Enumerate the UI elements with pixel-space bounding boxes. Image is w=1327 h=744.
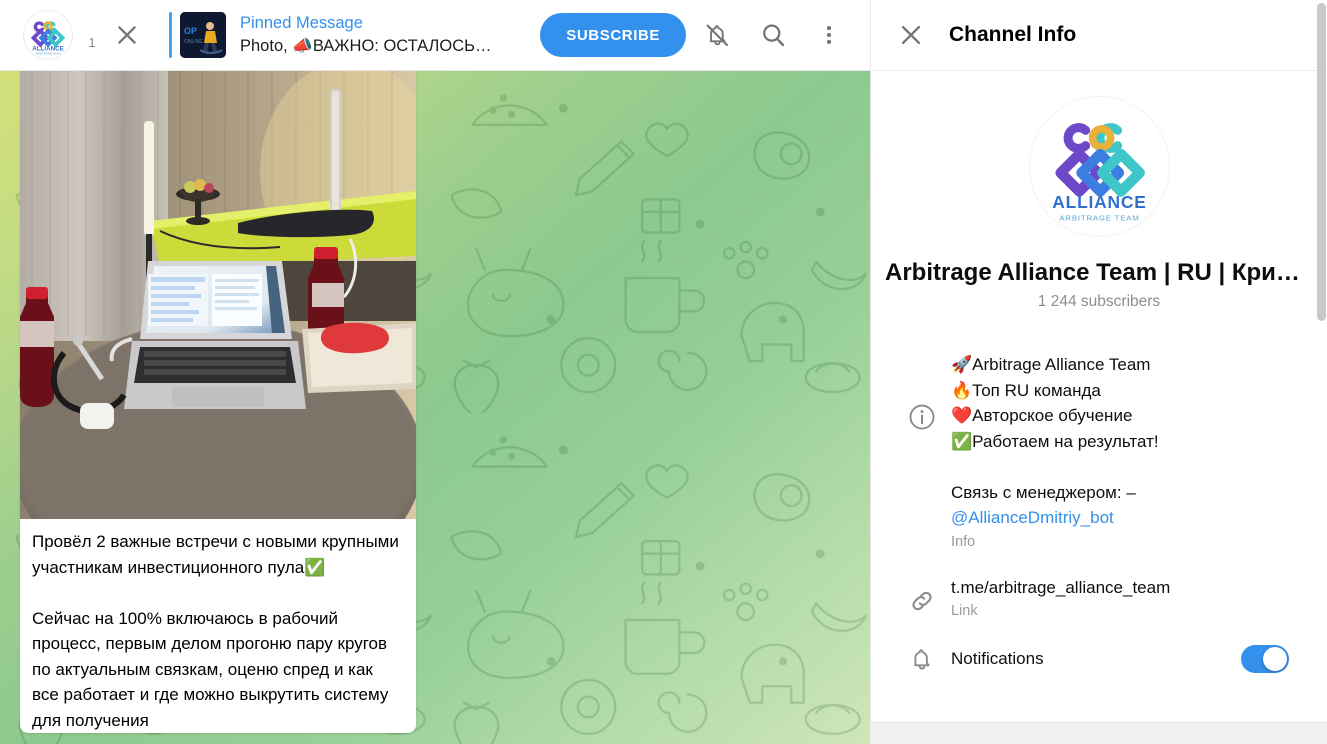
message-bubble[interactable]: Провёл 2 важные встречи с новыми крупным… [20,71,416,733]
notifications-toggle[interactable] [1241,645,1289,673]
info-circle-icon [909,404,935,430]
search-icon [763,24,785,47]
notifications-label: Notifications [951,649,1044,669]
link-caption: Link [951,603,978,619]
subscriber-count: 1 244 subscribers [1037,293,1161,310]
mute-notifications-button[interactable] [692,10,742,60]
alliance-logo-icon: ALLIANCE ARBITRAGE TEAM [1029,97,1169,236]
channel-link-value[interactable]: t.me/arbitrage_alliance_team [951,575,1305,601]
channel-info-panel: Channel Info ALLIANCE ARBITRAGE TEAM Arb… [870,0,1327,744]
notifications-row[interactable]: Notifications [871,630,1327,688]
message-text: Провёл 2 важные встречи с новыми крупным… [32,532,399,730]
pinned-subtitle: Photo, 📣ВАЖНО: ОСТАЛОСЬ… [240,37,492,55]
pinned-message-bar[interactable]: OP ONLINE Pinned Message Photo, 📣ВАЖНО: … [169,9,534,61]
notifications-icon-wrap [893,644,951,674]
panel-detail-rows: 🚀Arbitrage Alliance Team 🔥Топ RU команда… [871,344,1327,688]
close-icon [118,26,136,44]
panel-avatar-wrap: ALLIANCE ARBITRAGE TEAM [871,71,1327,237]
search-button[interactable] [748,10,798,60]
info-line-3: ❤️Авторское обучение [951,406,1133,425]
manager-bot-link[interactable]: @AllianceDmitriy_bot [951,505,1305,531]
channel-avatar-small[interactable]: ALLIANCE ARBITRAGE TEAM [23,10,73,60]
telegram-window: Провёл 2 важные встречи с новыми крупным… [0,0,1327,744]
more-options-button[interactable] [804,10,854,60]
more-vertical-icon [826,26,832,44]
panel-scrollbar-track[interactable] [1316,0,1327,744]
svg-text:ONLINE: ONLINE [184,39,203,45]
info-row-icon-wrap [893,352,951,432]
pinned-text-block: Pinned Message Photo, 📣ВАЖНО: ОСТАЛОСЬ… [240,12,534,58]
svg-text:OP: OP [184,26,197,36]
unread-badge: 1 [88,34,96,50]
link-icon [912,591,932,610]
alliance-logo-icon: ALLIANCE ARBITRAGE TEAM [24,11,72,59]
link-row[interactable]: t.me/arbitrage_alliance_team Link [871,561,1327,631]
pinned-photo-thumbnail[interactable]: OP ONLINE [180,12,226,58]
close-panel-button[interactable] [889,13,933,57]
bell-muted-icon [706,24,729,47]
link-row-content: t.me/arbitrage_alliance_team Link [951,575,1305,623]
message-photo[interactable] [20,71,416,519]
notifications-label-wrap: Notifications [951,646,1241,672]
svg-text:ARBITRAGE TEAM: ARBITRAGE TEAM [1059,214,1139,223]
info-line-1: 🚀Arbitrage Alliance Team [951,355,1151,374]
panel-scrollbar-thumb[interactable] [1317,3,1326,321]
channel-avatar-large[interactable]: ALLIANCE ARBITRAGE TEAM [1028,96,1170,237]
pinned-indicator-bar [169,12,172,58]
info-row-content: 🚀Arbitrage Alliance Team 🔥Топ RU команда… [951,352,1305,553]
svg-text:ALLIANCE: ALLIANCE [1052,192,1146,212]
info-manager-line: Связь с менеджером: – [951,482,1136,502]
info-blank-line [951,454,1305,480]
panel-title: Channel Info [949,23,1077,46]
channel-name: Arbitrage Alliance Team | RU | Крип… [885,259,1315,286]
info-caption: Info [951,533,976,550]
bottom-status-strip [870,722,1327,744]
info-line-2: 🔥Топ RU команда [951,380,1101,400]
close-pinned-button[interactable] [107,15,147,55]
link-row-icon-wrap [893,575,951,616]
chat-header-toolbar: ALLIANCE ARBITRAGE TEAM 1 OP ONLINE Pinn… [0,0,870,71]
bell-icon [914,649,930,670]
chat-area: Провёл 2 важные встречи с новыми крупным… [0,71,870,744]
close-icon [901,25,921,45]
pinned-title: Pinned Message [240,14,363,32]
panel-header: Channel Info [871,0,1327,71]
info-row[interactable]: 🚀Arbitrage Alliance Team 🔥Топ RU команда… [871,344,1327,561]
subscribe-button[interactable]: SUBSCRIBE [540,13,686,57]
svg-text:ARBITRAGE TEAM: ARBITRAGE TEAM [35,52,61,56]
info-line-4: ✅Работаем на результат! [951,431,1159,451]
